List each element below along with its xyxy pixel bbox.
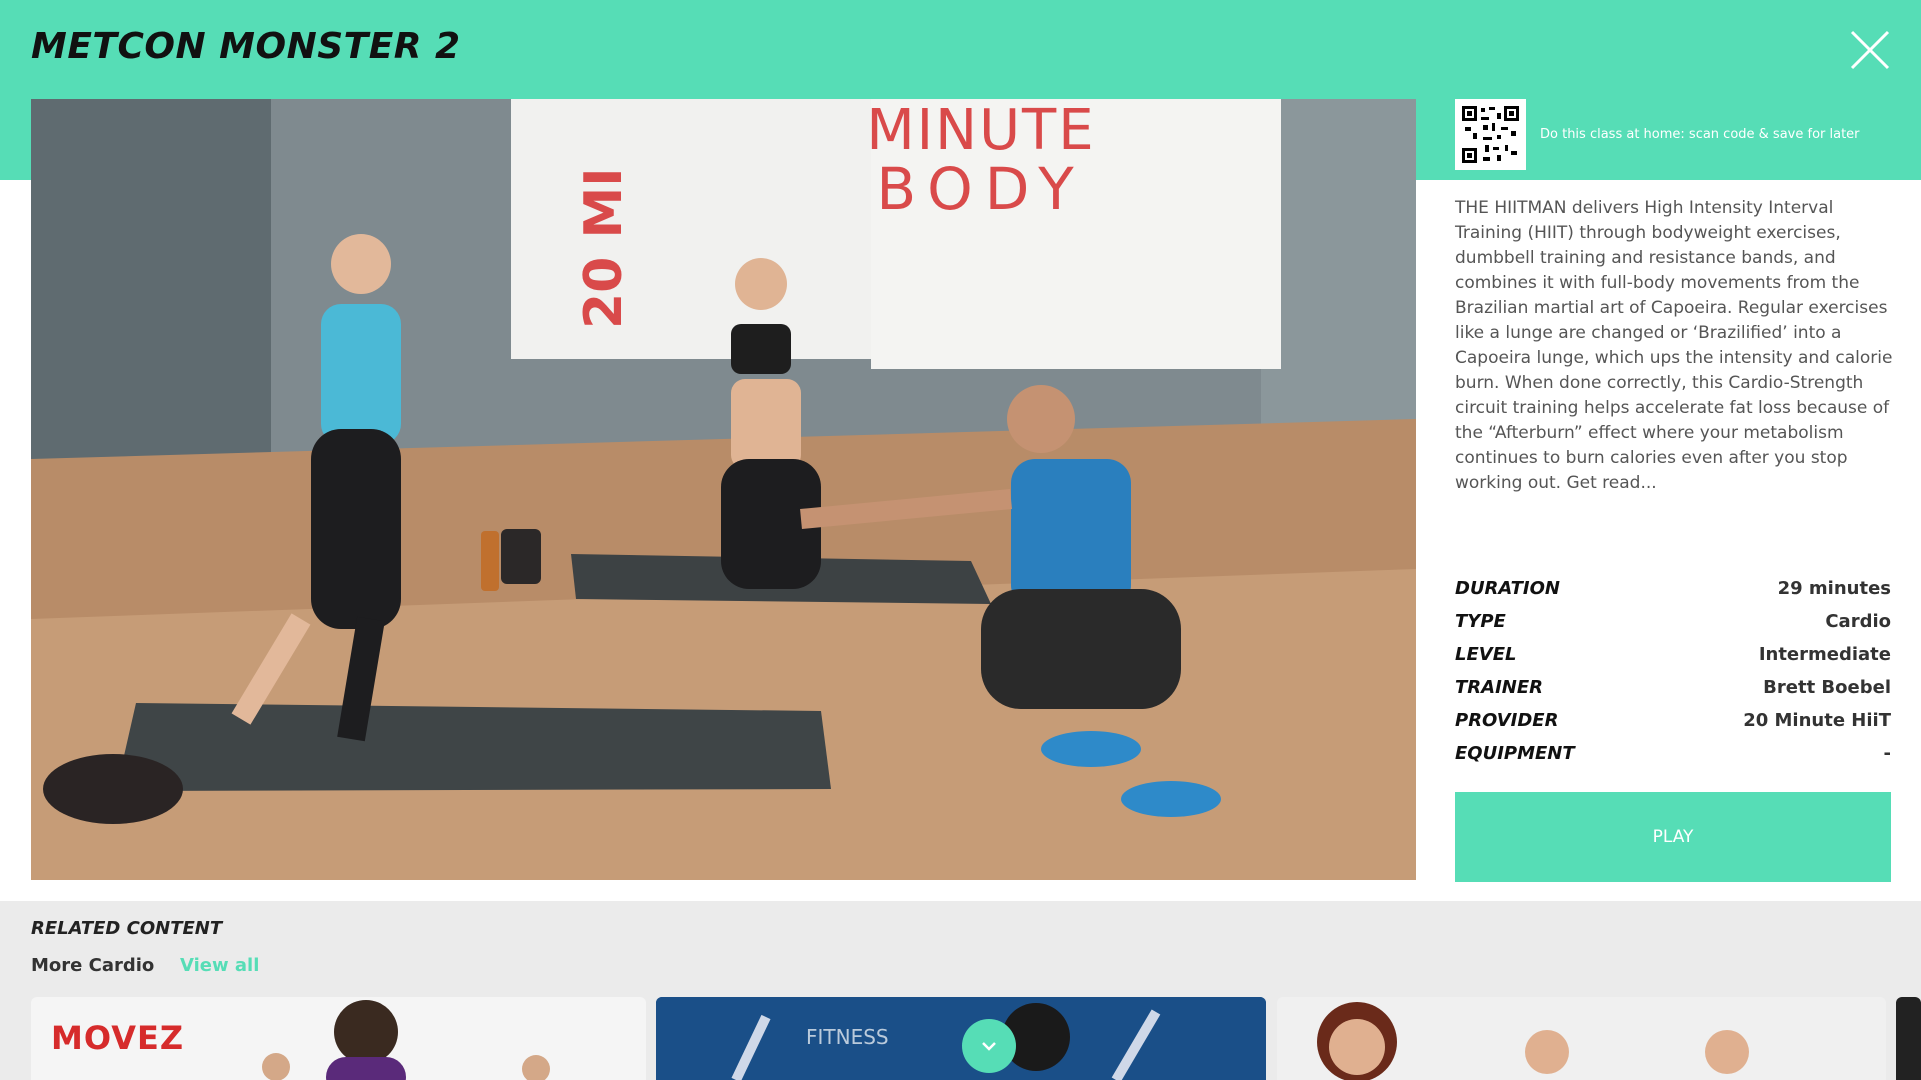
spec-key: PROVIDER [1455,710,1559,731]
view-all-link[interactable]: View all [180,955,259,976]
banner-right-line1: MINUTE [866,99,1095,163]
spec-row-duration: DURATION 29 minutes [1455,578,1891,611]
spec-value: Cardio [1825,611,1891,632]
spec-key: EQUIPMENT [1455,743,1575,764]
card-thumbnail [1317,1002,1749,1080]
related-card[interactable]: MOVEZ [31,997,646,1080]
qr-code [1455,99,1526,170]
qr-code-icon [1461,105,1520,164]
related-title: RELATED CONTENT [31,918,223,939]
related-card[interactable] [1896,997,1921,1080]
spec-key: DURATION [1455,578,1560,599]
spec-value: Intermediate [1758,644,1891,665]
close-button[interactable] [1848,28,1892,72]
spec-value: 20 Minute HiiT [1743,710,1891,731]
card-label: FITNESS [806,1025,889,1049]
spec-row-type: TYPE Cardio [1455,611,1891,644]
related-card[interactable]: FITNESS [656,997,1266,1080]
close-icon[interactable] [1848,28,1892,72]
card-thumbnail [656,997,1266,1080]
banner-left-text: 20 MI [574,167,634,329]
related-card[interactable] [1277,997,1886,1080]
qr-caption: Do this class at home: scan code & save … [1540,127,1860,142]
spec-row-level: LEVEL Intermediate [1455,644,1891,677]
page-title: METCON MONSTER 2 [31,26,461,67]
spec-row-equipment: EQUIPMENT - [1455,743,1891,776]
related-category: More Cardio [31,955,155,976]
spec-row-trainer: TRAINER Brett Boebel [1455,677,1891,710]
video-thumbnail[interactable]: 20 MI MINUTE BODY [31,99,1416,880]
class-description: THE HIITMAN delivers High Intensity Inte… [1455,198,1893,493]
banner-right-line2: BODY [876,155,1085,223]
scroll-down-button[interactable] [962,1019,1016,1073]
spec-key: LEVEL [1455,644,1517,665]
spec-row-provider: PROVIDER 20 Minute HiiT [1455,710,1891,743]
spec-value: - [1883,743,1891,764]
play-button[interactable]: PLAY [1455,792,1891,882]
card-thumbnail [262,1000,550,1080]
class-specs: DURATION 29 minutes TYPE Cardio LEVEL In… [1455,578,1891,776]
spec-key: TRAINER [1455,677,1543,698]
spec-value: Brett Boebel [1763,677,1891,698]
spec-key: TYPE [1455,611,1506,632]
workout-scene-image: 20 MI MINUTE BODY [31,99,1416,880]
spec-value: 29 minutes [1777,578,1891,599]
chevron-down-icon[interactable] [978,1035,1000,1057]
